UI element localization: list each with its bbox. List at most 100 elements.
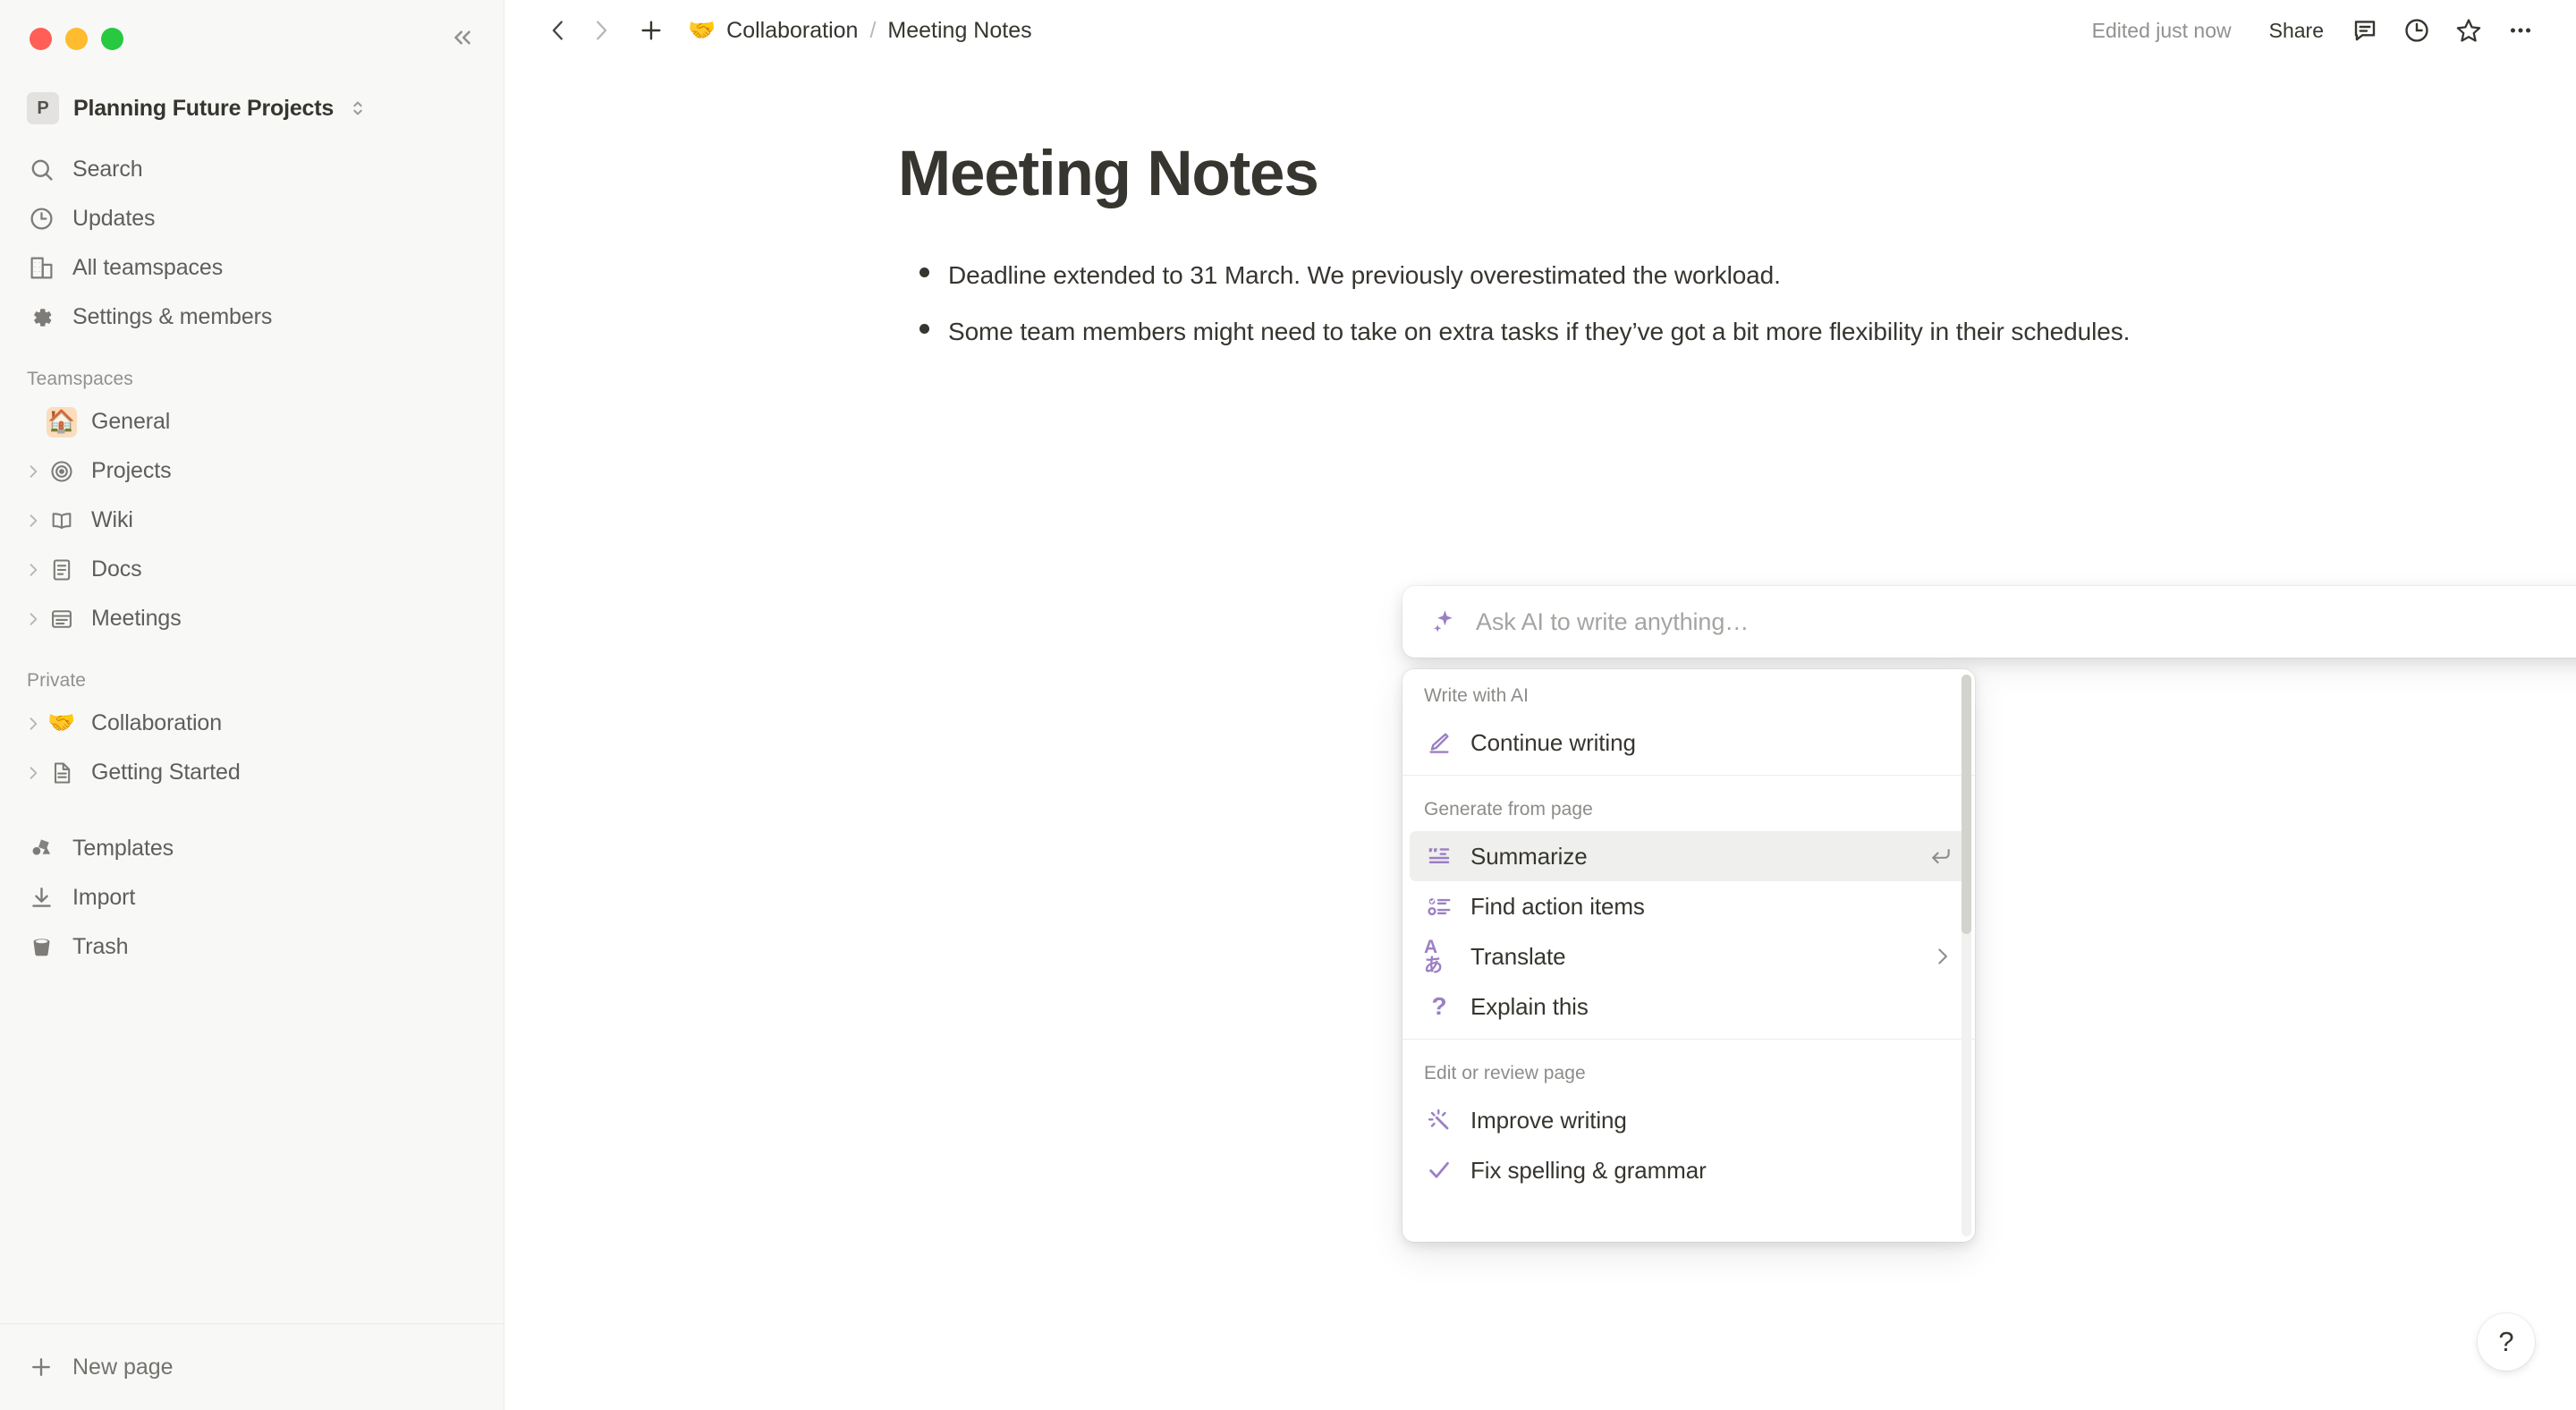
handshake-emoji-icon: 🤝: [688, 17, 716, 43]
sidebar-item-projects[interactable]: Projects: [14, 446, 489, 496]
menu-item-label: Explain this: [1470, 992, 1589, 1020]
plus-icon: [27, 1353, 55, 1381]
ai-input-placeholder[interactable]: Ask AI to write anything…: [1476, 608, 1749, 636]
search-icon: [27, 156, 55, 184]
menu-item-fix-spelling-grammar[interactable]: Fix spelling & grammar: [1410, 1145, 1968, 1195]
clock-icon: [27, 205, 55, 234]
ai-menu-scrollbar[interactable]: [1962, 675, 1971, 1236]
sidebar-item-collaboration[interactable]: 🤝 Collaboration: [14, 699, 489, 748]
menu-item-label: Improve writing: [1470, 1106, 1627, 1134]
menu-item-improve-writing[interactable]: Improve writing: [1410, 1095, 1968, 1145]
add-page-button[interactable]: [630, 9, 673, 52]
sidebar-item-label: Import: [72, 885, 136, 910]
ai-input-bar[interactable]: Ask AI to write anything…: [1402, 586, 2576, 658]
document-body: Meeting Notes Deadline extended to 31 Ma…: [504, 61, 2204, 352]
section-title-teamspaces: Teamspaces: [27, 369, 133, 389]
sidebar-item-docs[interactable]: Docs: [14, 545, 489, 594]
help-button[interactable]: ?: [2478, 1313, 2535, 1371]
bullet-dot-icon: [898, 256, 948, 278]
list-item-text: Some team members might need to take on …: [948, 318, 2131, 346]
workspace-switcher[interactable]: P Planning Future Projects: [14, 84, 489, 132]
star-icon: [2456, 19, 2481, 42]
breadcrumb-parent-label: Collaboration: [726, 17, 859, 43]
chevron-right-icon[interactable]: [20, 606, 47, 633]
favorite-button[interactable]: [2445, 7, 2492, 54]
menu-item-translate[interactable]: Aあ Translate: [1410, 931, 1968, 981]
chevron-right-icon[interactable]: [20, 556, 47, 583]
sidebar-item-label: Trash: [72, 934, 129, 959]
sidebar-item-general[interactable]: 🏠 General: [14, 397, 489, 446]
list-item[interactable]: Some team members might need to take on …: [898, 312, 2150, 351]
chevron-right-icon[interactable]: [20, 507, 47, 534]
new-page-button[interactable]: New page: [0, 1323, 504, 1410]
menu-item-continue-writing[interactable]: Continue writing: [1410, 718, 1968, 768]
plus-icon: [641, 21, 661, 40]
list-item-text: Deadline extended to 31 March. We previo…: [948, 261, 1781, 290]
handshake-emoji-icon: 🤝: [47, 710, 76, 735]
sidebar-item-trash[interactable]: Trash: [14, 922, 489, 972]
document-icon: [47, 555, 77, 585]
sidebar-item-search[interactable]: Search: [14, 145, 489, 194]
pencil-line-icon: [1424, 727, 1454, 758]
sidebar-item-label: Projects: [91, 458, 172, 483]
topbar-actions: Edited just now Share: [2092, 7, 2544, 54]
chevron-right-icon[interactable]: [20, 710, 47, 737]
chevron-right-icon: [1930, 945, 1953, 968]
more-horizontal-icon: [2510, 28, 2531, 33]
sparkle-burst-icon: [1424, 1105, 1454, 1135]
sidebar-item-label: General: [91, 409, 171, 434]
menu-item-explain-this[interactable]: ? Explain this: [1410, 981, 1968, 1032]
menu-item-label: Find action items: [1470, 892, 1645, 920]
menu-group-header: Generate from page: [1424, 799, 1593, 820]
chevron-right-icon[interactable]: [20, 458, 47, 485]
sidebar-item-templates[interactable]: Templates: [14, 824, 489, 873]
sidebar-item-label: Meetings: [91, 606, 182, 631]
minimize-window-button[interactable]: [65, 28, 88, 50]
menu-group-generate-from-page: Generate from page Summarize Find action…: [1402, 775, 1975, 1039]
chevron-right-icon[interactable]: [20, 760, 47, 786]
menu-item-label: Fix spelling & grammar: [1470, 1156, 1707, 1184]
breadcrumb-parent[interactable]: 🤝 Collaboration: [680, 13, 866, 48]
page-icon: [47, 758, 77, 788]
forward-button[interactable]: [580, 9, 623, 52]
target-icon: [47, 456, 77, 487]
menu-item-summarize[interactable]: Summarize: [1410, 831, 1968, 881]
sidebar-item-import[interactable]: Import: [14, 873, 489, 922]
bulleted-list: Deadline extended to 31 March. We previo…: [898, 256, 2204, 352]
house-emoji-icon: 🏠: [47, 406, 77, 437]
list-item[interactable]: Deadline extended to 31 March. We previo…: [898, 256, 2150, 294]
sidebar-item-label: Settings & members: [72, 304, 273, 329]
sidebar-item-meetings[interactable]: Meetings: [14, 594, 489, 643]
collapse-sidebar-button[interactable]: [443, 18, 482, 57]
menu-group-header: Write with AI: [1424, 685, 1529, 706]
trash-icon: [27, 933, 55, 962]
close-window-button[interactable]: [30, 28, 52, 50]
download-icon: [27, 884, 55, 913]
scrollbar-thumb[interactable]: [1962, 675, 1971, 934]
page-title[interactable]: Meeting Notes: [898, 139, 2204, 209]
sidebar-item-label: Wiki: [91, 507, 133, 532]
maximize-window-button[interactable]: [101, 28, 123, 50]
sidebar-item-all-teamspaces[interactable]: All teamspaces: [14, 243, 489, 293]
page-history-button[interactable]: [2394, 7, 2440, 54]
breadcrumb-current[interactable]: Meeting Notes: [879, 13, 1039, 48]
sparkle-icon: [1426, 604, 1462, 640]
menu-item-find-action-items[interactable]: Find action items: [1410, 881, 1968, 931]
sidebar-item-getting-started[interactable]: Getting Started: [14, 748, 489, 797]
sidebar-item-wiki[interactable]: Wiki: [14, 496, 489, 545]
sidebar-utility-nav: Templates Import Trash: [0, 824, 504, 972]
comments-button[interactable]: [2342, 7, 2388, 54]
workspace-avatar: P: [27, 92, 59, 124]
sidebar-item-label: Templates: [72, 836, 174, 861]
breadcrumb-current-label: Meeting Notes: [887, 17, 1032, 43]
back-button[interactable]: [537, 9, 580, 52]
sidebar-item-label: Collaboration: [91, 710, 223, 735]
share-button[interactable]: Share: [2257, 12, 2336, 50]
sidebar-item-updates[interactable]: Updates: [14, 194, 489, 243]
main-content: 🤝 Collaboration / Meeting Notes Edited j…: [504, 0, 2576, 1410]
app-window: P Planning Future Projects Search Update…: [0, 0, 2576, 1410]
sidebar-item-settings-members[interactable]: Settings & members: [14, 293, 489, 342]
translate-icon: Aあ: [1424, 937, 1443, 976]
more-options-button[interactable]: [2497, 7, 2544, 54]
menu-group-edit-or-review-page: Edit or review page Improve writing Fix …: [1402, 1039, 1975, 1202]
